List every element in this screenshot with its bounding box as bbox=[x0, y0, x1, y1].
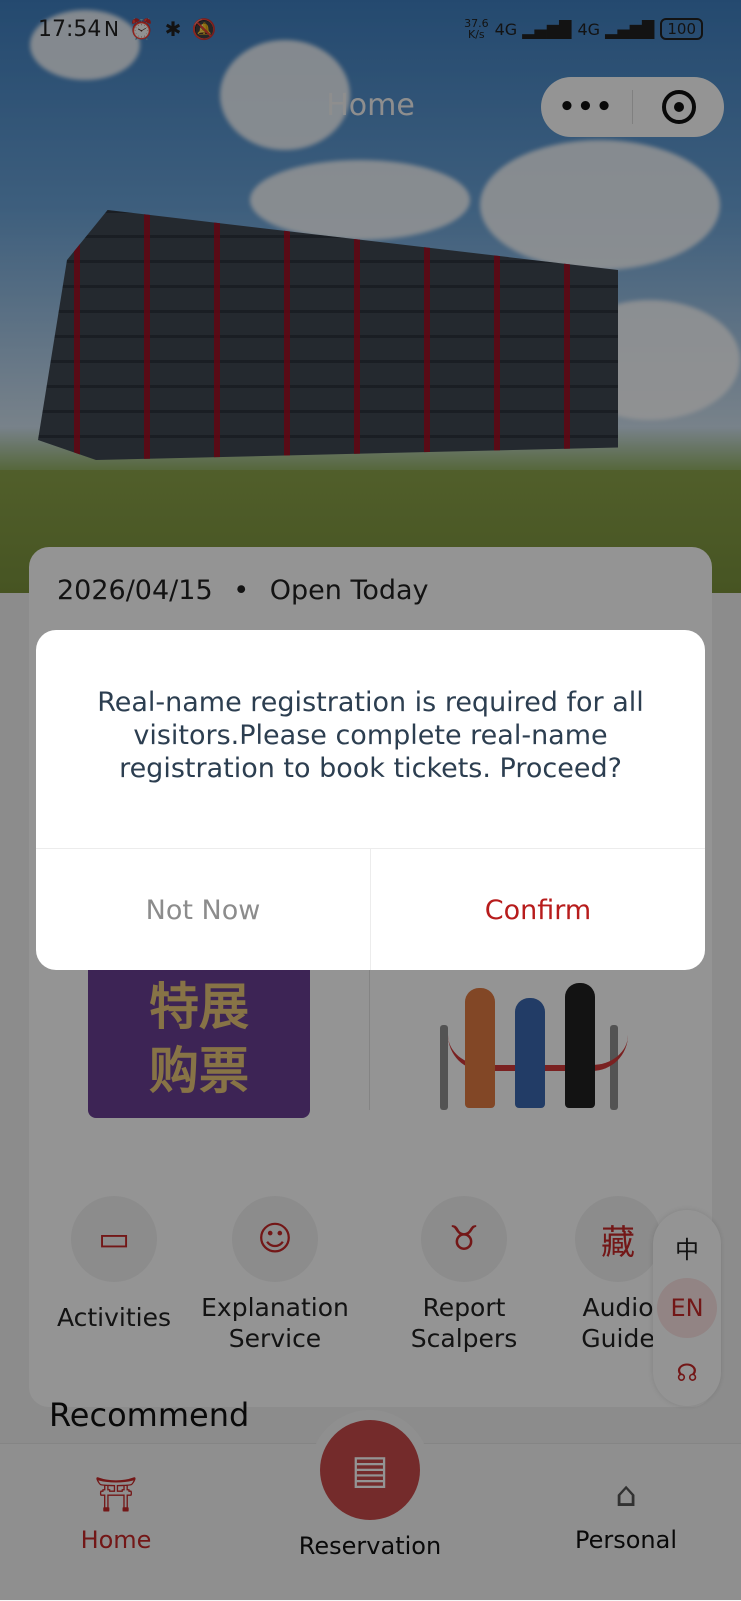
dialog-message: Real-name registration is required for a… bbox=[97, 687, 644, 784]
not-now-button[interactable]: Not Now bbox=[36, 849, 371, 970]
real-name-dialog: Real-name registration is required for a… bbox=[36, 630, 705, 970]
dialog-actions: Not Now Confirm bbox=[36, 848, 705, 970]
confirm-button[interactable]: Confirm bbox=[371, 849, 705, 970]
